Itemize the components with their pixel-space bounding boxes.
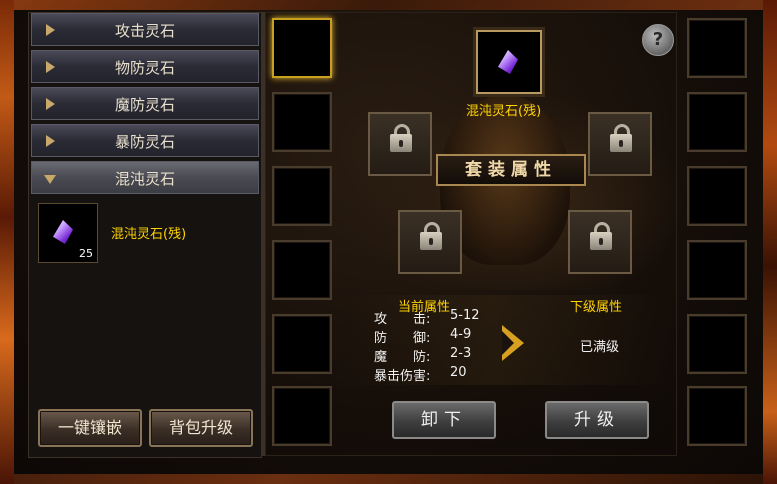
equip-slot-left-4[interactable] [272, 240, 332, 300]
locked-socket-2[interactable] [588, 112, 652, 176]
category-magic-defense-gem[interactable]: 魔防灵石 [31, 87, 259, 120]
equip-slot-right-2[interactable] [687, 92, 747, 152]
center-gem-slot[interactable] [476, 30, 542, 94]
purple-gem-icon [53, 220, 73, 244]
lock-icon [420, 222, 442, 250]
lock-icon [390, 124, 412, 152]
stat-attack-label: 攻 击: [374, 312, 431, 327]
stat-defense-value: 4-9 [450, 327, 472, 342]
locked-socket-4[interactable] [568, 210, 632, 274]
set-attributes-banner: 套装属性 [436, 154, 586, 186]
right-ornament [763, 0, 777, 484]
equip-slot-right-4[interactable] [687, 240, 747, 300]
category-label: 暴防灵石 [114, 133, 175, 151]
category-chaos-gem[interactable]: 混沌灵石 [31, 161, 259, 194]
category-physical-defense-gem[interactable]: 物防灵石 [31, 50, 259, 83]
purple-gem-icon [498, 50, 518, 74]
gem-category-panel: 攻击灵石 物防灵石 魔防灵石 暴防灵石 混沌灵石 25 混沌灵石(残) 一键镶嵌… [28, 12, 262, 458]
stat-crit-damage-label: 暴击伤害: [374, 369, 431, 384]
category-attack-gem[interactable]: 攻击灵石 [31, 13, 259, 46]
category-label: 魔防灵石 [114, 96, 175, 114]
equip-slot-right-5[interactable] [687, 314, 747, 374]
inlay-all-button[interactable]: 一键镶嵌 [38, 409, 142, 447]
lock-icon [610, 124, 632, 152]
equip-slot-left-2[interactable] [272, 92, 332, 152]
equip-slot-left-5[interactable] [272, 314, 332, 374]
arrow-right-icon-inner [502, 331, 514, 355]
help-button[interactable]: ? [642, 24, 674, 56]
stat-magic-defense-label: 魔 防: [374, 350, 431, 365]
unload-button[interactable]: 卸下 [392, 401, 496, 439]
equip-slot-right-3[interactable] [687, 166, 747, 226]
equip-slot-left-1[interactable] [272, 18, 332, 78]
equip-slot-right-1[interactable] [687, 18, 747, 78]
category-crit-defense-gem[interactable]: 暴防灵石 [31, 124, 259, 157]
item-count: 25 [79, 247, 93, 260]
stat-defense-label: 防 御: [374, 331, 431, 346]
inventory-gem-slot[interactable]: 25 [38, 203, 98, 263]
lock-icon [590, 222, 612, 250]
bag-upgrade-button[interactable]: 背包升级 [149, 409, 253, 447]
stat-magic-defense-value: 2-3 [450, 346, 472, 361]
center-gem-name: 混沌灵石(残) [466, 104, 542, 119]
stat-attack-value: 5-12 [450, 308, 480, 323]
category-label: 混沌灵石 [114, 170, 175, 188]
equip-slot-right-6[interactable] [687, 386, 747, 446]
inventory-item-name: 混沌灵石(残) [111, 227, 187, 242]
max-level-status: 已满级 [580, 340, 620, 355]
stat-crit-damage-value: 20 [450, 365, 467, 380]
equip-slot-left-3[interactable] [272, 166, 332, 226]
category-label: 物防灵石 [114, 59, 175, 77]
locked-socket-1[interactable] [368, 112, 432, 176]
category-label: 攻击灵石 [114, 22, 175, 40]
upgrade-button[interactable]: 升级 [545, 401, 649, 439]
next-attributes-label: 下级属性 [570, 300, 623, 315]
equip-slot-left-6[interactable] [272, 386, 332, 446]
locked-socket-3[interactable] [398, 210, 462, 274]
left-ornament [0, 0, 14, 484]
